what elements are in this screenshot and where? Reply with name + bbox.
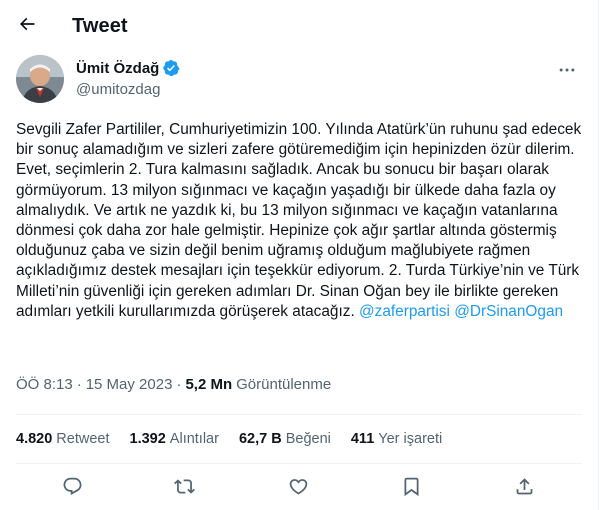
retweet-icon (173, 476, 195, 502)
more-horizontal-icon (557, 60, 577, 85)
column-border (598, 0, 599, 510)
quotes-label: Alıntılar (169, 431, 219, 447)
retweet-button[interactable] (165, 470, 203, 508)
likes-stat[interactable]: 62,7 B Beğeni (239, 431, 331, 447)
meta-separator: · (176, 376, 182, 393)
back-button[interactable] (10, 9, 44, 43)
likes-label: Beğeni (285, 431, 331, 447)
views-count: 5,2 Mn (185, 376, 233, 393)
retweets-count: 4.820 (16, 431, 53, 447)
bookmarks-stat[interactable]: 411 Yer işareti (351, 431, 442, 447)
mention-link-drsinanogan[interactable]: @DrSinanOgan (454, 303, 563, 320)
bookmark-button[interactable] (392, 470, 430, 508)
share-icon (514, 476, 535, 502)
retweets-label: Retweet (56, 431, 110, 447)
views-label: Görüntülenme (236, 376, 332, 393)
mention-link-zaferpartisi[interactable]: @zaferpartisi (359, 303, 450, 320)
tweet-actions (0, 470, 598, 508)
share-button[interactable] (505, 470, 543, 508)
reply-button[interactable] (53, 470, 91, 508)
verified-badge-icon (162, 59, 180, 77)
tweet-stats: 4.820 Retweet 1.392 Alıntılar 62,7 B Beğ… (16, 431, 462, 447)
more-options-button[interactable] (550, 57, 584, 87)
tweet-author: Ümit Özdağ @umitozdag (16, 55, 584, 105)
quotes-stat[interactable]: 1.392 Alıntılar (130, 431, 219, 447)
divider (16, 414, 582, 415)
meta-separator: · (76, 376, 82, 393)
author-handle[interactable]: @umitozdag (76, 81, 160, 98)
author-name-text: Ümit Özdağ (76, 59, 160, 77)
tweet-body: Sevgili Zafer Partililer, Cumhuriyetimiz… (16, 121, 582, 320)
tweet-time[interactable]: ÖÖ 8:13 (16, 376, 73, 393)
tweet-text: Sevgili Zafer Partililer, Cumhuriyetimiz… (16, 120, 584, 322)
retweets-stat[interactable]: 4.820 Retweet (16, 431, 110, 447)
arrow-left-icon (17, 14, 37, 39)
page-header: Tweet (0, 0, 598, 53)
tweet-meta: ÖÖ 8:13 · 15 May 2023 · 5,2 Mn Görüntüle… (16, 376, 331, 393)
bookmarks-label: Yer işareti (378, 431, 443, 447)
like-icon (288, 476, 309, 502)
like-button[interactable] (279, 470, 317, 508)
likes-count: 62,7 B (238, 431, 282, 447)
author-name[interactable]: Ümit Özdağ (76, 59, 180, 77)
quotes-count: 1.392 (129, 431, 166, 447)
bookmark-icon (401, 476, 422, 502)
page-title: Tweet (72, 15, 128, 37)
tweet-date[interactable]: 15 May 2023 (86, 376, 173, 393)
reply-icon (62, 476, 83, 502)
avatar[interactable] (16, 55, 64, 103)
bookmarks-count: 411 (350, 431, 375, 447)
divider (16, 463, 582, 464)
